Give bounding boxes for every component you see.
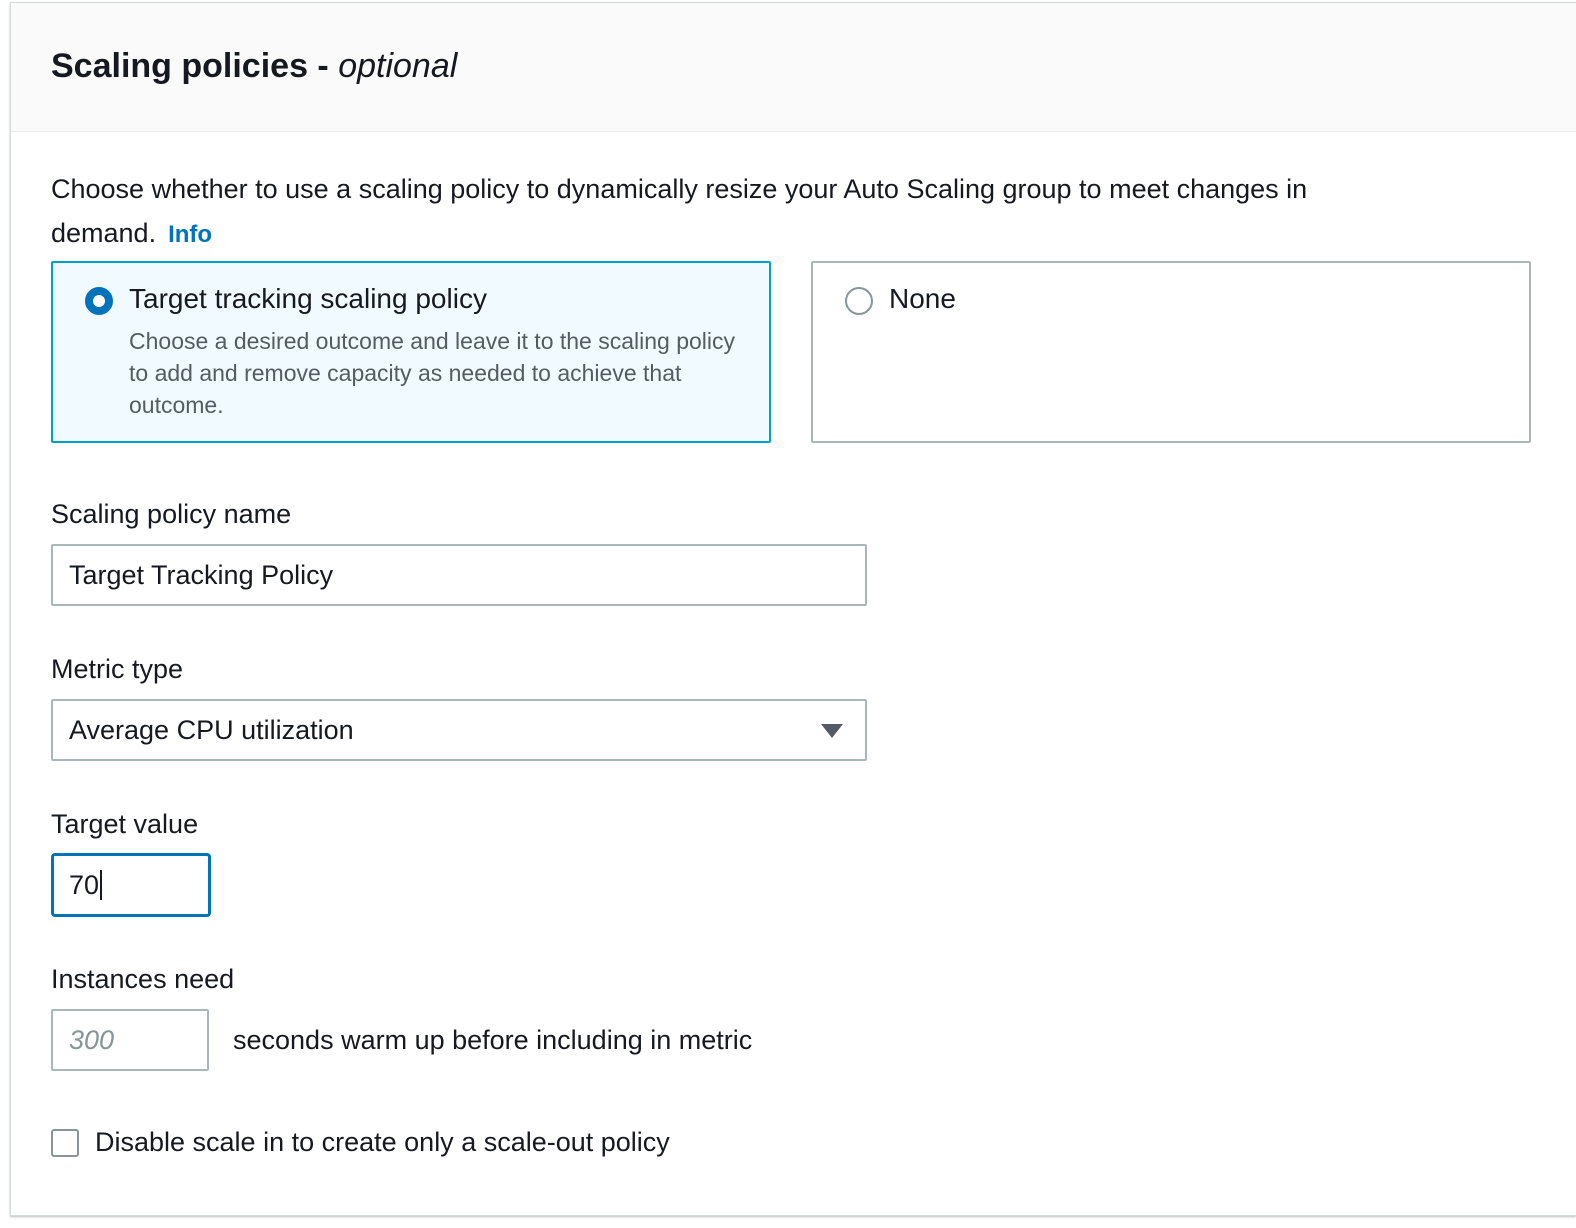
target-tracking-label: Target tracking scaling policy: [129, 283, 487, 314]
instances-need-label: Instances need: [51, 964, 235, 994]
policy-tile-none[interactable]: None: [811, 261, 1531, 443]
target-tracking-radio[interactable]: [85, 287, 113, 315]
target-value-text: 70: [69, 870, 103, 901]
caret-down-icon: [821, 724, 843, 738]
policy-tile-target-tracking[interactable]: Target tracking scaling policy Choose a …: [51, 261, 771, 443]
target-value-input[interactable]: 70: [51, 853, 211, 917]
metric-type-select[interactable]: Average CPU utilization: [51, 699, 867, 761]
warmup-placeholder: 300: [69, 1025, 115, 1055]
none-radio[interactable]: [845, 287, 873, 315]
metric-type-value: Average CPU utilization: [69, 715, 354, 745]
scaling-policies-panel: Scaling policies - optional Choose wheth…: [10, 2, 1576, 1216]
panel-title-main: Scaling policies -: [51, 47, 329, 85]
target-value-number: 70: [69, 870, 100, 900]
metric-type-label: Metric type: [51, 654, 184, 684]
info-link[interactable]: Info: [168, 221, 212, 248]
panel-title: Scaling policies - optional: [51, 47, 457, 86]
panel-description: Choose whether to use a scaling policy t…: [51, 167, 1431, 257]
panel-title-optional: optional: [338, 47, 458, 85]
policy-name-input[interactable]: [51, 544, 867, 606]
text-cursor: [100, 870, 103, 900]
target-tracking-description: Choose a desired outcome and leave it to…: [129, 328, 736, 418]
disable-scale-in-checkbox[interactable]: [51, 1129, 79, 1157]
none-label: None: [889, 283, 956, 314]
warmup-suffix-text: seconds warm up before including in metr…: [233, 1025, 753, 1055]
policy-name-label: Scaling policy name: [51, 499, 292, 529]
panel-header: Scaling policies - optional: [11, 3, 1576, 132]
disable-scale-in-label[interactable]: Disable scale in to create only a scale-…: [95, 1127, 670, 1158]
target-value-label: Target value: [51, 809, 199, 839]
description-text: Choose whether to use a scaling policy t…: [51, 174, 1308, 248]
warmup-seconds-input[interactable]: 300: [51, 1009, 209, 1071]
